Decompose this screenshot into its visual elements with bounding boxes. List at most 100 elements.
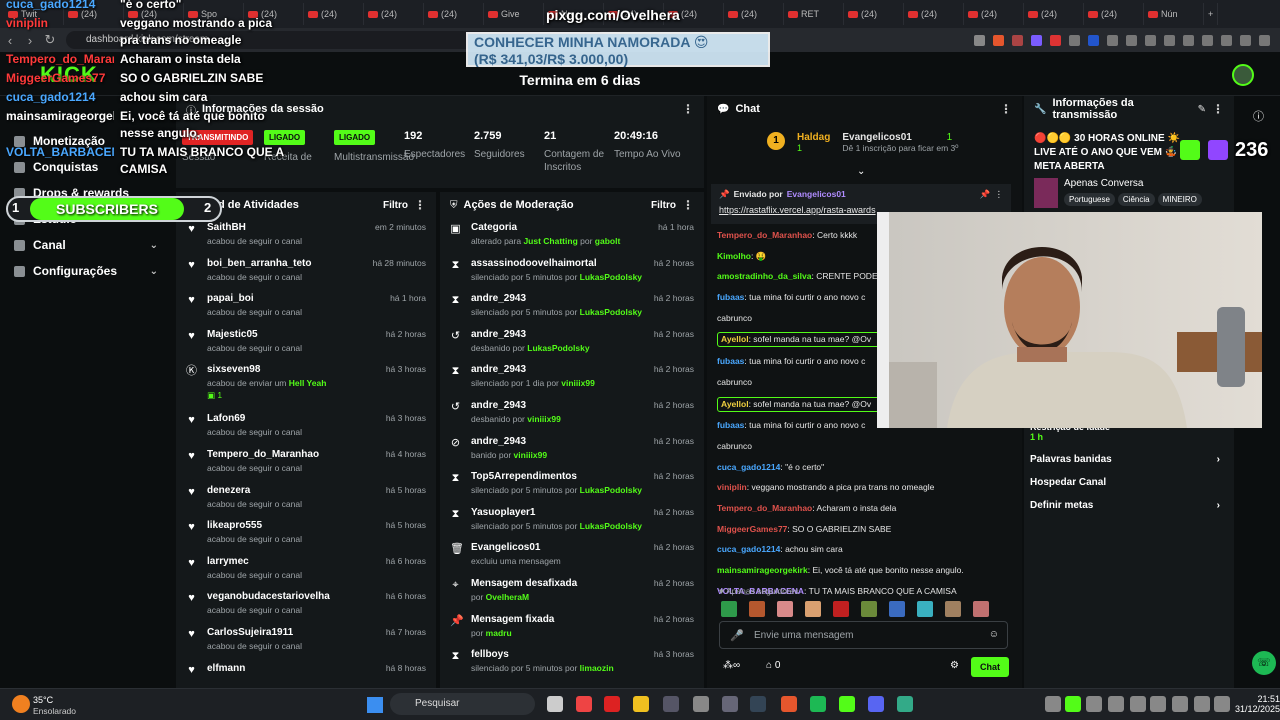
taskbar-app-icon[interactable]	[1194, 696, 1210, 712]
emote-icon[interactable]	[889, 601, 905, 617]
moderation-row[interactable]: ⧗ andre_2943 silenciado por 1 dia por vini…	[440, 360, 704, 396]
feed-filter-button[interactable]: Filtro	[383, 200, 408, 211]
feed-row[interactable]: ♥ Majestic05 acabou de seguir o canal há 2 …	[176, 325, 436, 361]
collapse-icon[interactable]: ⌄	[857, 166, 865, 177]
chat-message[interactable]: Tempero_do_Maranhao: Acharam o insta del…	[717, 502, 1017, 515]
feed-row[interactable]: ♥ veganobudacestariovelha acabou de seguir…	[176, 587, 436, 623]
moderation-row[interactable]: ↺ andre_2943 desbanido por viniiix99 há 2 h…	[440, 396, 704, 432]
chat-username[interactable]: Tempero_do_Maranhao	[717, 503, 812, 513]
feed-row[interactable]: ♥ larrymec acabou de seguir o canal há 6 ho…	[176, 552, 436, 588]
send-chat-button[interactable]: Chat	[971, 657, 1009, 677]
emote-icon[interactable]	[805, 601, 821, 617]
moderation-row[interactable]: ⧗ Yasuoplayer1 silenciado por 5 minutos po…	[440, 503, 704, 539]
chat-message[interactable]: cabrunco	[717, 440, 1017, 453]
browser-tab[interactable]: (24)	[1084, 3, 1144, 25]
chat-username[interactable]: mainsamirageorgekirk	[717, 565, 808, 575]
taskbar-app-icon[interactable]	[722, 696, 738, 712]
settings-link[interactable]: Definir metas ›	[1030, 500, 1234, 511]
taskbar-app-icon[interactable]	[1130, 696, 1146, 712]
extension-icon[interactable]	[1050, 34, 1061, 46]
feed-row[interactable]: ♥ denezera acabou de seguir o canal há 5 ho…	[176, 481, 436, 517]
chat-settings-icon[interactable]: ⚙	[950, 660, 959, 671]
taskbar-app-icon[interactable]	[693, 696, 709, 712]
emote-icon[interactable]	[749, 601, 765, 617]
browser-tab[interactable]: RET	[784, 3, 844, 25]
media-icon[interactable]	[1145, 34, 1156, 46]
chat-username[interactable]: Ayellol	[721, 399, 749, 409]
moderation-row[interactable]: ⌖ Mensagem desafixada por OvelheraM há 2 ho…	[440, 574, 704, 610]
browser-tab[interactable]: (24)	[1024, 3, 1084, 25]
chat-message[interactable]: MiggeerGames77: SO O GABRIELZIN SABE	[717, 523, 1017, 536]
chat-username[interactable]: Ayellol	[721, 334, 749, 344]
emote-icon[interactable]	[777, 601, 793, 617]
taskbar-app-icon[interactable]	[1172, 696, 1188, 712]
feed-row[interactable]: ♥ SaithBH acabou de seguir o canal em 2 min…	[176, 218, 436, 254]
taskbar-app-icon[interactable]	[1065, 696, 1081, 712]
points-display[interactable]: ⌂ 0	[766, 660, 780, 671]
moderation-row[interactable]: ↺ andre_2943 desbanido por LukasPodolsky há…	[440, 325, 704, 361]
taskbar-app-icon[interactable]	[1108, 696, 1124, 712]
taskbar-app-icon[interactable]	[1045, 696, 1061, 712]
taskbar-app-icon[interactable]	[897, 696, 913, 712]
browser-tab[interactable]: (24)	[424, 3, 484, 25]
emote-icon[interactable]	[973, 601, 989, 617]
moderation-row[interactable]: ⊘ andre_2943 banido por viniiix99 há 2 hora…	[440, 432, 704, 468]
taskbar-app-icon[interactable]	[633, 696, 649, 712]
sidebar-item[interactable]: Configurações ⌄	[0, 258, 172, 284]
settings-link[interactable]: Palavras banidas ›	[1030, 454, 1234, 465]
emote-icon[interactable]	[861, 601, 877, 617]
wallet-icon[interactable]	[1221, 34, 1232, 46]
vpn-icon[interactable]	[1240, 34, 1251, 46]
taskbar-app-icon[interactable]	[1086, 696, 1102, 712]
brave-rewards-icon[interactable]	[1012, 34, 1023, 46]
taskbar-app-icon[interactable]	[663, 696, 679, 712]
browser-tab[interactable]: (24)	[844, 3, 904, 25]
feed-row[interactable]: ♥ elfmann há 8 horas	[176, 659, 436, 688]
bookmark-icon[interactable]	[1183, 34, 1194, 46]
browser-tab[interactable]: (24)	[364, 3, 424, 25]
edit-icon[interactable]: ✎	[1198, 104, 1206, 115]
feed-row[interactable]: ♥ CarlosSujeira1911 acabou de seguir o can…	[176, 623, 436, 659]
kebab-icon[interactable]: ⋮	[1212, 102, 1224, 116]
taskbar-app-icon[interactable]	[604, 696, 620, 712]
taskbar-app-icon[interactable]	[576, 696, 592, 712]
info-icon[interactable]: ⓘ	[1253, 108, 1264, 124]
share-icon[interactable]	[974, 34, 985, 46]
chat-message[interactable]: cuca_gado1214: achou sim cara	[717, 543, 1017, 556]
moderation-row[interactable]: ⧗ assassinodoovelhaimortal silenciado por …	[440, 254, 704, 290]
chat-username[interactable]: Tempero_do_Maranhao	[717, 230, 812, 240]
settings-link[interactable]: Hospedar Canal	[1030, 477, 1234, 488]
chat-input[interactable]: 🎤 Envie uma mensagem ☺	[719, 621, 1008, 649]
mic-icon[interactable]: 🎤	[730, 629, 744, 642]
moderation-row[interactable]: ⧗ andre_2943 silenciado por 5 minutos por …	[440, 289, 704, 325]
infinity-icon[interactable]: ⁂∞	[723, 660, 740, 671]
moderation-row[interactable]: 📌 Mensagem fixada por madru há 2 horas	[440, 610, 704, 646]
kebab-icon[interactable]: ⋮	[414, 198, 426, 212]
chat-username[interactable]: fubaas	[717, 420, 744, 430]
chat-username[interactable]: fubaas	[717, 356, 744, 366]
chat-username[interactable]: fubaas	[717, 292, 744, 302]
feed-row[interactable]: ♥ likeapro555 acabou de seguir o canal há 5…	[176, 516, 436, 552]
help-icon[interactable]: ☏	[1252, 651, 1276, 675]
browser-tab[interactable]: Give	[484, 3, 544, 25]
moderation-row[interactable]: ⧗ fellboys silenciado por 5 minutos por li…	[440, 645, 704, 681]
browser-tab[interactable]: (24)	[904, 3, 964, 25]
feed-row[interactable]: ♥ Tempero_do_Maranhao acabou de seguir o c…	[176, 445, 436, 481]
taskbar-app-icon[interactable]	[547, 696, 563, 712]
pin-icon[interactable]: 📌	[980, 189, 991, 200]
feed-row[interactable]: Ⓚsixseven98 acabou de enviar um Hell Yeah…	[176, 360, 436, 409]
taskbar-app-icon[interactable]	[1214, 696, 1230, 712]
chat-username[interactable]: Kimolho	[717, 251, 751, 261]
feed-row[interactable]: ♥ papai_boi acabou de seguir o canal há 1 h…	[176, 289, 436, 325]
user-avatar[interactable]	[1232, 64, 1254, 86]
new-tab-button[interactable]: +	[1204, 3, 1219, 25]
puzzle-icon[interactable]	[1107, 34, 1118, 46]
taskbar-app-icon[interactable]	[1150, 696, 1166, 712]
emote-icon[interactable]	[945, 601, 961, 617]
browser-tab[interactable]: (24)	[964, 3, 1024, 25]
sidebar-item[interactable]: Canal ⌄	[0, 232, 172, 258]
screenshot-icon[interactable]	[1126, 34, 1137, 46]
feed-row[interactable]: ♥ Lafon69 acabou de seguir o canal há 3 hor…	[176, 409, 436, 445]
taskbar-app-icon[interactable]	[781, 696, 797, 712]
browser-tab[interactable]: Nún	[1144, 3, 1204, 25]
